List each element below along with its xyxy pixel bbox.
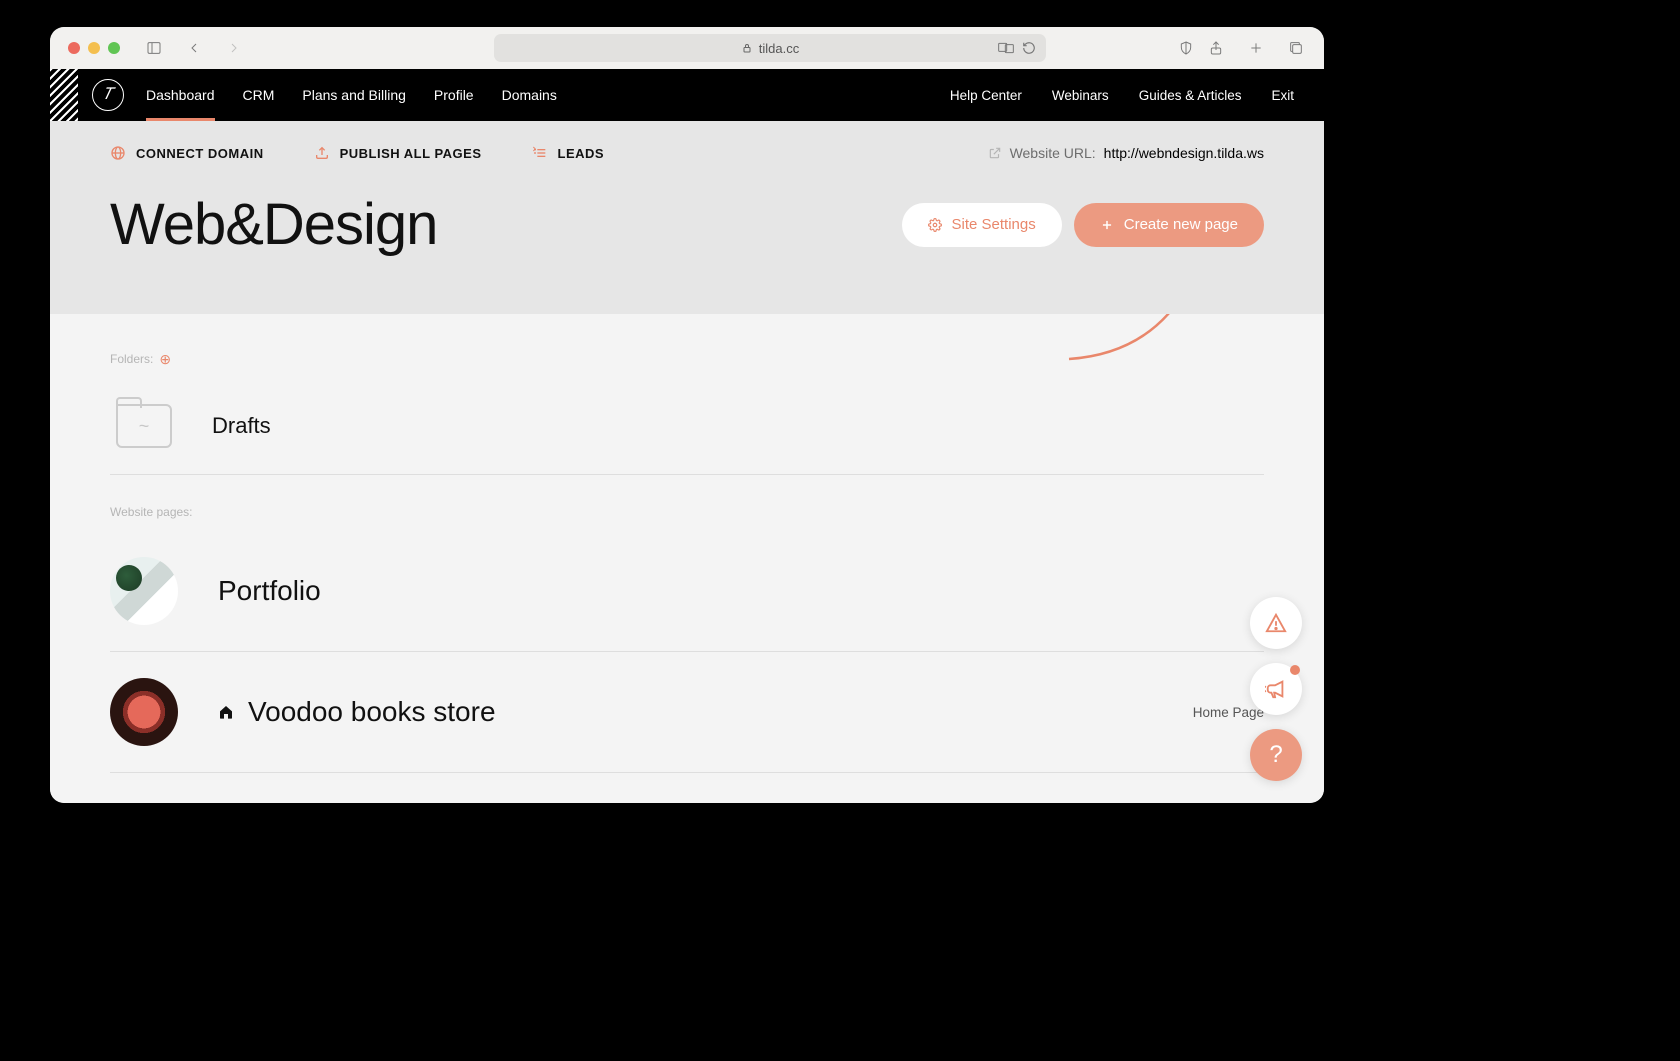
site-title-row: Web&Design Site Settings Create new page — [110, 161, 1264, 314]
connect-domain-label: CONNECT DOMAIN — [136, 146, 264, 161]
create-new-page-label: Create new page — [1124, 216, 1238, 233]
connect-domain-link[interactable]: CONNECT DOMAIN — [110, 145, 264, 161]
minimize-window-button[interactable] — [88, 42, 100, 54]
tabs-icon[interactable] — [1286, 38, 1306, 58]
nav-webinars[interactable]: Webinars — [1052, 71, 1109, 120]
app-top-nav: 𝑇 Dashboard CRM Plans and Billing Profil… — [50, 69, 1324, 121]
forward-button[interactable] — [224, 38, 244, 58]
notification-dot — [1290, 665, 1300, 675]
browser-chrome: tilda.cc — [50, 27, 1324, 69]
nav-domains[interactable]: Domains — [502, 70, 557, 120]
reload-icon[interactable] — [1022, 41, 1036, 55]
site-actions-row: CONNECT DOMAIN PUBLISH ALL PAGES LEADS W… — [110, 121, 1264, 161]
maximize-window-button[interactable] — [108, 42, 120, 54]
site-settings-label: Site Settings — [952, 216, 1036, 233]
home-icon — [218, 704, 234, 720]
site-settings-button[interactable]: Site Settings — [902, 203, 1062, 247]
website-url: Website URL: http://webndesign.tilda.ws — [988, 145, 1264, 161]
folder-row-drafts[interactable]: ~ Drafts — [110, 378, 1264, 475]
megaphone-icon — [1265, 678, 1287, 700]
address-bar-host: tilda.cc — [759, 41, 799, 56]
folders-label-text: Folders: — [110, 352, 153, 366]
nav-dashboard[interactable]: Dashboard — [146, 70, 215, 120]
nav-plans[interactable]: Plans and Billing — [302, 70, 406, 120]
nav-decoration — [50, 69, 78, 121]
browser-window: tilda.cc 𝑇 Dashboard CRM — [50, 27, 1324, 803]
site-title: Web&Design — [110, 191, 437, 258]
alert-triangle-icon — [1265, 612, 1287, 634]
nav-crm[interactable]: CRM — [243, 70, 275, 120]
privacy-report-icon[interactable] — [1176, 38, 1196, 58]
nav-profile[interactable]: Profile — [434, 70, 474, 120]
folder-name: Drafts — [212, 413, 271, 439]
pages-section-label: Website pages: — [110, 505, 1264, 519]
leads-icon — [532, 145, 548, 161]
page-row-voodoo[interactable]: Voodoo books store Home Page — [110, 652, 1264, 773]
page-name: Portfolio — [218, 575, 321, 607]
pages-label-text: Website pages: — [110, 505, 193, 519]
help-fab[interactable]: ? — [1250, 729, 1302, 781]
address-bar-right — [998, 41, 1036, 55]
page-thumbnail — [110, 557, 178, 625]
help-symbol: ? — [1269, 741, 1282, 769]
folders-section-label: Folders: ⊕ — [110, 352, 1264, 366]
back-button[interactable] — [184, 38, 204, 58]
title-actions: Site Settings Create new page — [902, 203, 1264, 247]
gear-icon — [928, 218, 942, 232]
page-row-portfolio[interactable]: Portfolio — [110, 531, 1264, 652]
leads-link[interactable]: LEADS — [532, 145, 605, 161]
external-link-icon — [988, 146, 1002, 160]
website-url-label: Website URL: — [1010, 145, 1096, 161]
window-controls — [68, 42, 120, 54]
globe-icon — [110, 145, 126, 161]
new-tab-icon[interactable] — [1246, 38, 1266, 58]
announcements-fab[interactable] — [1250, 663, 1302, 715]
upload-icon — [314, 145, 330, 161]
close-window-button[interactable] — [68, 42, 80, 54]
create-new-page-button[interactable]: Create new page — [1074, 203, 1264, 247]
content-area: Folders: ⊕ ~ Drafts Website pages: Portf… — [50, 314, 1324, 803]
floating-buttons: ? — [1250, 597, 1302, 781]
website-url-value[interactable]: http://webndesign.tilda.ws — [1104, 145, 1264, 161]
sidebar-toggle-icon[interactable] — [144, 38, 164, 58]
lock-icon — [741, 42, 753, 54]
nav-secondary: Help Center Webinars Guides & Articles E… — [950, 71, 1294, 120]
nav-exit[interactable]: Exit — [1271, 71, 1294, 120]
address-bar[interactable]: tilda.cc — [494, 34, 1046, 62]
site-header: CONNECT DOMAIN PUBLISH ALL PAGES LEADS W… — [50, 121, 1324, 314]
share-icon[interactable] — [1206, 38, 1226, 58]
alert-fab[interactable] — [1250, 597, 1302, 649]
nav-help-center[interactable]: Help Center — [950, 71, 1022, 120]
folder-icon: ~ — [116, 404, 172, 448]
nav-primary: Dashboard CRM Plans and Billing Profile … — [146, 70, 557, 120]
add-folder-button[interactable]: ⊕ — [159, 352, 171, 366]
leads-label: LEADS — [558, 146, 605, 161]
page-name: Voodoo books store — [248, 696, 496, 728]
publish-all-label: PUBLISH ALL PAGES — [340, 146, 482, 161]
page-thumbnail — [110, 678, 178, 746]
translate-icon[interactable] — [998, 41, 1014, 55]
publish-all-link[interactable]: PUBLISH ALL PAGES — [314, 145, 482, 161]
tilda-logo[interactable]: 𝑇 — [92, 79, 124, 111]
nav-guides[interactable]: Guides & Articles — [1139, 71, 1242, 120]
plus-icon — [1100, 218, 1114, 232]
